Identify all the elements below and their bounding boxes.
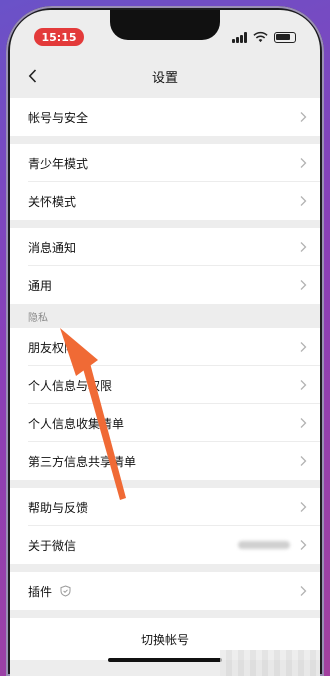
home-indicator (108, 658, 222, 662)
chevron-right-icon (300, 586, 307, 596)
settings-item-label: 帮助与反馈 (28, 500, 89, 515)
chevron-right-icon (300, 158, 307, 168)
screen: 15:15 设置 帐号与安全 青少年模式 关怀模式 消息通知 通用 隐私 朋友权… (10, 10, 320, 676)
chevron-right-icon (300, 242, 307, 252)
chevron-right-icon (300, 418, 307, 428)
notch (110, 10, 220, 40)
page-title: 设置 (151, 70, 178, 86)
settings-list: 帐号与安全 青少年模式 关怀模式 消息通知 通用 隐私 朋友权限 个人信息与权限… (10, 98, 320, 660)
settings-item-third-party-sharing[interactable]: 第三方信息共享清单 (10, 442, 320, 480)
settings-item-personal-info-permissions[interactable]: 个人信息与权限 (10, 366, 320, 404)
back-button[interactable] (22, 66, 42, 86)
chevron-right-icon (300, 456, 307, 466)
group-gap (10, 480, 320, 488)
settings-item-teen-mode[interactable]: 青少年模式 (10, 144, 320, 182)
nav-bar: 设置 (10, 58, 320, 94)
group-gap (10, 564, 320, 572)
group-gap (10, 610, 320, 618)
section-label-privacy: 隐私 (10, 304, 320, 328)
group-gap (10, 136, 320, 144)
watermark (220, 650, 320, 676)
chevron-right-icon (300, 280, 307, 290)
settings-item-care-mode[interactable]: 关怀模式 (10, 182, 320, 220)
settings-item-label: 消息通知 (28, 240, 77, 255)
settings-item-label: 青少年模式 (28, 156, 89, 171)
chevron-left-icon (28, 69, 36, 83)
version-info-blurred (238, 541, 290, 549)
settings-item-general[interactable]: 通用 (10, 266, 320, 304)
settings-item-help-feedback[interactable]: 帮助与反馈 (10, 488, 320, 526)
chevron-right-icon (300, 502, 307, 512)
settings-item-plugins[interactable]: 插件 (10, 572, 320, 610)
switch-account-label: 切换帐号 (140, 632, 189, 647)
settings-item-friend-permissions[interactable]: 朋友权限 (10, 328, 320, 366)
settings-item-label: 关于微信 (28, 538, 77, 553)
settings-item-about-wechat[interactable]: 关于微信 (10, 526, 320, 564)
chevron-right-icon (300, 196, 307, 206)
settings-item-account-security[interactable]: 帐号与安全 (10, 98, 320, 136)
chevron-right-icon (300, 380, 307, 390)
cellular-signal-icon (232, 31, 247, 43)
settings-item-label: 个人信息与权限 (28, 378, 113, 393)
chevron-right-icon (300, 342, 307, 352)
settings-item-label: 帐号与安全 (28, 110, 89, 125)
group-gap (10, 220, 320, 228)
chevron-right-icon (300, 112, 307, 122)
settings-item-label: 关怀模式 (28, 194, 77, 209)
settings-item-label: 第三方信息共享清单 (28, 454, 137, 469)
battery-icon (274, 31, 296, 43)
settings-item-label: 通用 (28, 278, 53, 293)
settings-item-label: 插件 (28, 584, 53, 599)
settings-item-label: 个人信息收集清单 (28, 416, 125, 431)
settings-item-personal-info-collection[interactable]: 个人信息收集清单 (10, 404, 320, 442)
wifi-icon (253, 31, 268, 43)
chevron-right-icon (300, 540, 307, 550)
status-time: 15:15 (34, 28, 84, 46)
settings-item-notifications[interactable]: 消息通知 (10, 228, 320, 266)
status-icons (232, 28, 296, 46)
shield-icon (60, 585, 71, 597)
settings-item-label: 朋友权限 (28, 340, 77, 355)
